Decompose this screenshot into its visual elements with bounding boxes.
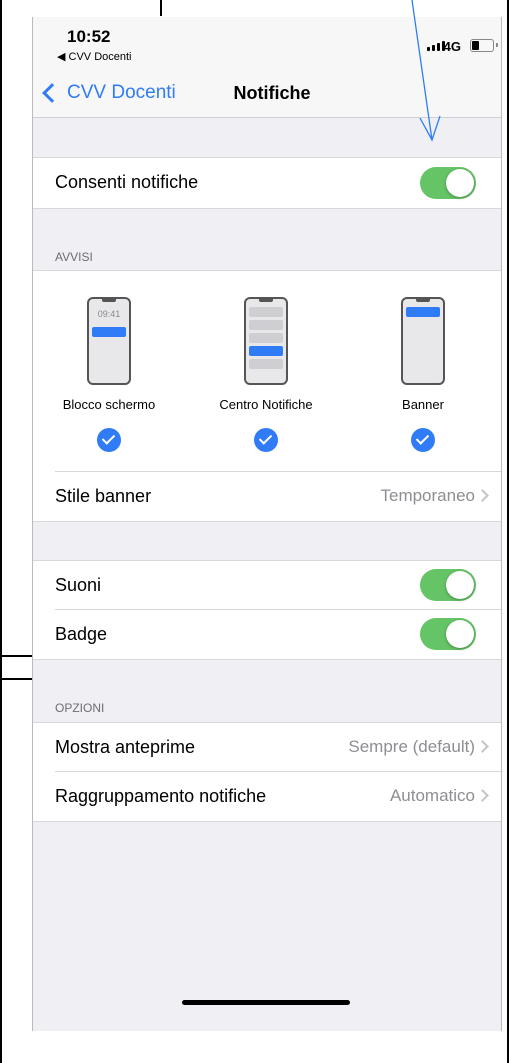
alert-option-lock-screen[interactable]: 09:41 Blocco schermo — [44, 297, 174, 452]
show-previews-value: Sempre (default) — [348, 737, 475, 756]
alerts-section-header: AVVISI — [55, 250, 93, 264]
show-previews-label: Mostra anteprime — [55, 736, 196, 757]
alert-option-label: Centro Notifiche — [219, 397, 313, 412]
alerts-cell: 09:41 Blocco schermo Centro Notifiche Ba… — [33, 270, 501, 522]
sounds-badge-cell: Suoni Badge — [33, 560, 501, 660]
home-indicator[interactable] — [182, 1000, 350, 1005]
doc-border-bottom — [0, 678, 32, 680]
options-section-header: OPZIONI — [55, 701, 105, 715]
badge-toggle[interactable] — [420, 618, 476, 650]
chevron-right-icon — [476, 740, 489, 753]
options-cell: Mostra anteprime Sempre (default) Raggru… — [33, 722, 501, 822]
alert-option-notification-center[interactable]: Centro Notifiche — [201, 297, 331, 452]
banner-style-value: Temporaneo — [380, 486, 475, 505]
chevron-right-icon — [476, 789, 489, 802]
chevron-right-icon — [476, 489, 489, 502]
allow-notifications-toggle[interactable] — [420, 167, 476, 199]
sounds-toggle[interactable] — [420, 569, 476, 601]
checkmark-icon[interactable] — [97, 428, 121, 452]
lock-screen-preview-icon: 09:41 — [87, 297, 131, 385]
checkmark-icon[interactable] — [411, 428, 435, 452]
banner-style-row[interactable]: Stile banner Temporaneo — [55, 472, 501, 520]
badge-label: Badge — [55, 623, 108, 644]
preview-time: 09:41 — [97, 309, 121, 319]
grouping-row[interactable]: Raggruppamento notifiche Automatico — [55, 772, 501, 820]
alert-option-label: Banner — [402, 397, 444, 412]
doc-border-mark — [0, 655, 32, 657]
grouping-label: Raggruppamento notifiche — [55, 785, 267, 806]
checkmark-icon[interactable] — [254, 428, 278, 452]
banner-preview-icon — [401, 297, 445, 385]
phone-screen: 10:52 ◀ CVV Docenti 4G CVV Docenti Notif… — [32, 17, 502, 1031]
allow-notifications-cell: Consenti notifiche — [33, 157, 501, 209]
alert-option-banner[interactable]: Banner — [358, 297, 488, 452]
annotation-arrow-icon — [411, 0, 441, 142]
sounds-label: Suoni — [55, 574, 102, 595]
notification-center-preview-icon — [244, 297, 288, 385]
allow-notifications-label: Consenti notifiche — [55, 171, 199, 192]
show-previews-row[interactable]: Mostra anteprime Sempre (default) — [55, 723, 501, 772]
banner-style-label: Stile banner — [55, 485, 152, 506]
alert-option-label: Blocco schermo — [62, 397, 156, 412]
grouping-value: Automatico — [389, 786, 475, 805]
